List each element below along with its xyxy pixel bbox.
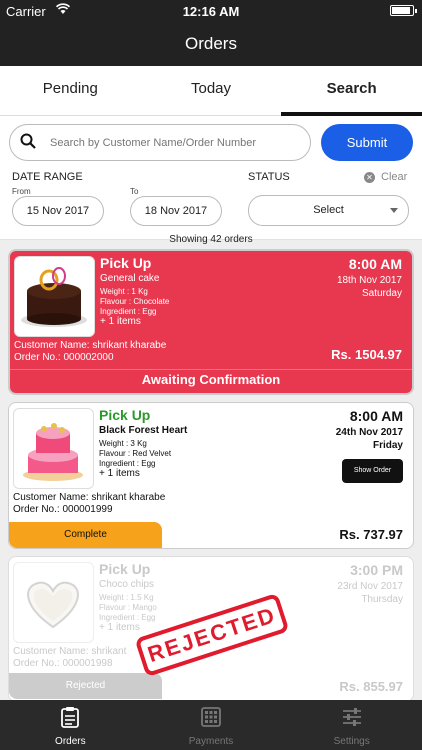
- clock: 12:16 AM: [182, 4, 240, 19]
- order-number: Order No.: 000001999: [13, 504, 113, 515]
- to-date-field[interactable]: 18 Nov 2017: [130, 196, 222, 226]
- bottom-tab-settings[interactable]: Settings: [281, 700, 422, 750]
- ingredient: Ingredient : Egg: [99, 459, 156, 468]
- cake-image: [13, 562, 94, 643]
- from-date-field[interactable]: 15 Nov 2017: [12, 196, 104, 226]
- clear-button[interactable]: ✕ Clear: [364, 171, 407, 183]
- order-number: Order No.: 000001998: [13, 658, 113, 669]
- clipboard-icon: [59, 706, 81, 728]
- order-time: 8:00 AM: [348, 256, 402, 272]
- order-number: Order No.: 000002000: [14, 352, 114, 363]
- tab-search[interactable]: Search: [281, 66, 422, 117]
- order-date: 24th Nov 2017: [335, 427, 403, 438]
- product-name: Black Forest Heart: [99, 425, 188, 436]
- order-day: Saturday: [361, 288, 402, 299]
- close-icon: ✕: [364, 171, 375, 183]
- segment-tabs: Pending Today Search: [0, 66, 422, 117]
- show-order-button[interactable]: Show Order: [342, 459, 403, 483]
- order-card[interactable]: Pick Up Choco chips Weight : 1.5 Kg Flav…: [8, 556, 414, 700]
- more-items: + 1 items: [100, 316, 141, 327]
- date-range-label: DATE RANGE: [12, 171, 83, 183]
- order-card[interactable]: Pick Up Black Forest Heart Weight : 3 Kg…: [8, 402, 414, 549]
- order-type: Pick Up: [99, 561, 151, 577]
- customer-name: Customer Name: shrikant kharabe: [13, 492, 166, 503]
- order-time: 8:00 AM: [349, 408, 403, 424]
- weight: Weight : 3 Kg: [99, 439, 147, 448]
- search-input[interactable]: [50, 133, 305, 153]
- order-date: 23rd Nov 2017: [337, 581, 403, 592]
- status-badge: Awaiting Confirmation: [141, 372, 281, 387]
- rejected-stamp: REJECTED: [134, 592, 290, 678]
- customer-name: Customer Name: shrikant kharabe: [14, 340, 167, 351]
- bottom-tab-label: Settings: [333, 736, 370, 747]
- status-label: STATUS: [248, 171, 290, 183]
- customer-name: Customer Name: shrikant: [13, 646, 127, 657]
- flavour: Flavour : Red Velvet: [99, 449, 172, 458]
- weight: Weight : 1 Kg: [100, 287, 148, 296]
- order-date: 18th Nov 2017: [336, 275, 402, 286]
- from-label: From: [12, 187, 31, 196]
- calculator-icon: [200, 706, 222, 728]
- complete-button[interactable]: Complete: [9, 522, 162, 548]
- status-bar: Carrier 12:16 AM: [0, 0, 422, 22]
- battery-icon: [390, 5, 417, 16]
- flavour: Flavour : Chocolate: [100, 297, 170, 306]
- tab-pending[interactable]: Pending: [0, 66, 141, 115]
- order-price: Rs. 855.97: [339, 679, 403, 694]
- bottom-tab-orders[interactable]: Orders: [0, 700, 141, 750]
- rejected-button[interactable]: Rejected: [9, 673, 162, 699]
- status-select[interactable]: Select: [248, 195, 409, 226]
- order-day: Thursday: [361, 594, 403, 605]
- bottom-tab-payments[interactable]: Payments: [141, 700, 282, 750]
- ingredient: Ingredient : Egg: [99, 613, 156, 622]
- nav-bar: Orders: [0, 22, 422, 66]
- bottom-tab-bar: Orders Payments Settings: [0, 700, 422, 750]
- order-type: Pick Up: [99, 407, 151, 423]
- order-price: Rs. 737.97: [339, 527, 403, 542]
- order-card[interactable]: Pick Up General cake Weight : 1 Kg Flavo…: [8, 249, 414, 395]
- order-price: Rs. 1504.97: [331, 347, 402, 362]
- main-content: Submit DATE RANGE From To 15 Nov 2017 18…: [0, 116, 422, 700]
- page-title: Orders: [185, 34, 237, 53]
- ingredient: Ingredient : Egg: [100, 307, 157, 316]
- order-type: Pick Up: [100, 255, 152, 271]
- clear-label: Clear: [381, 171, 408, 183]
- product-name: Choco chips: [99, 579, 155, 590]
- product-name: General cake: [100, 273, 160, 284]
- status-select-value: Select: [313, 204, 344, 216]
- bottom-tab-label: Payments: [188, 736, 234, 747]
- divider: [10, 369, 412, 370]
- to-label: To: [130, 187, 139, 196]
- search-icon: [20, 133, 36, 149]
- weight: Weight : 1.5 Kg: [99, 593, 154, 602]
- cake-image: [13, 408, 94, 489]
- sliders-icon: [341, 706, 363, 728]
- cake-image: [14, 256, 95, 337]
- bottom-tab-label: Orders: [55, 736, 86, 747]
- more-items: + 1 items: [99, 468, 140, 479]
- submit-button[interactable]: Submit: [321, 124, 413, 161]
- flavour: Flavour : Mango: [99, 603, 157, 612]
- search-box[interactable]: [9, 124, 311, 161]
- tab-today[interactable]: Today: [141, 66, 282, 115]
- order-day: Friday: [372, 440, 403, 451]
- order-time: 3:00 PM: [350, 562, 403, 578]
- search-panel: Submit DATE RANGE From To 15 Nov 2017 18…: [0, 116, 422, 240]
- results-count: Showing 42 orders: [169, 234, 253, 245]
- chevron-down-icon: [390, 208, 398, 213]
- more-items: + 1 items: [99, 622, 140, 633]
